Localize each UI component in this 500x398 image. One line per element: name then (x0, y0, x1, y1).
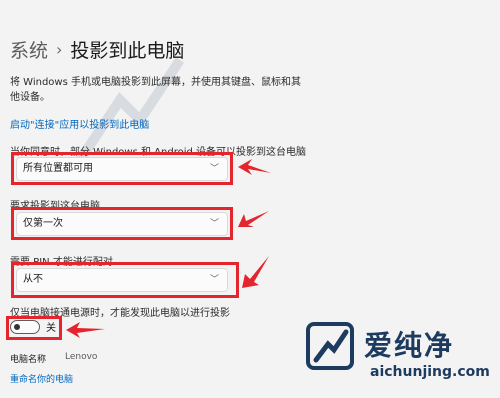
request-value: 仅第一次 (23, 218, 63, 229)
availability-value: 所有位置都可用 (23, 163, 93, 174)
power-toggle[interactable] (10, 319, 40, 334)
red-arrow-icon (242, 256, 269, 288)
page-description: 将 Windows 手机或电脑投影到此屏幕，并使用其键盘、鼠标和其他设备。 (10, 77, 301, 103)
breadcrumb: 系统 › 投影到此电脑 (10, 36, 184, 63)
pin-value: 从不 (23, 274, 43, 285)
request-dropdown[interactable]: 仅第一次 ﹀ (16, 212, 228, 236)
brand-logo: 爱纯净 aichunjing.com (300, 318, 496, 396)
rename-pc-link[interactable]: 重命名你的电脑 (10, 372, 73, 385)
chevron-down-icon: ﹀ (209, 275, 219, 285)
pin-dropdown[interactable]: 从不 ﹀ (16, 268, 228, 292)
breadcrumb-root[interactable]: 系统 (10, 36, 48, 63)
breadcrumb-separator: › (56, 40, 63, 59)
setting-label-pin: 需要 PIN 才能进行配对 (10, 257, 113, 268)
launch-connect-link[interactable]: 启动"连接"应用以投影到此电脑 (10, 116, 149, 131)
brand-url: aichunjing.com (370, 364, 490, 380)
setting-label-request: 要求投影到这台电脑 (10, 201, 100, 212)
red-arrow-icon (238, 159, 271, 175)
red-arrow-icon (238, 211, 269, 227)
page-title: 投影到此电脑 (70, 40, 185, 62)
power-toggle-row: 关 (10, 319, 56, 334)
pc-name-value: Lenovo (65, 352, 98, 362)
brand-logo-icon (306, 322, 354, 370)
chevron-down-icon: ﹀ (209, 164, 219, 174)
toggle-state: 关 (46, 323, 56, 334)
pc-name-row: 电脑名称 Lenovo (10, 352, 97, 365)
availability-dropdown[interactable]: 所有位置都可用 ﹀ (16, 157, 228, 181)
setting-label-power: 仅当电脑接通电源时，才能发现此电脑以进行投影 (10, 308, 230, 319)
red-arrow-icon (66, 322, 105, 338)
pc-name-label: 电脑名称 (10, 355, 47, 365)
brand-name: 爱纯净 (364, 329, 455, 362)
chevron-down-icon: ﹀ (209, 219, 219, 229)
toggle-knob (14, 323, 20, 330)
